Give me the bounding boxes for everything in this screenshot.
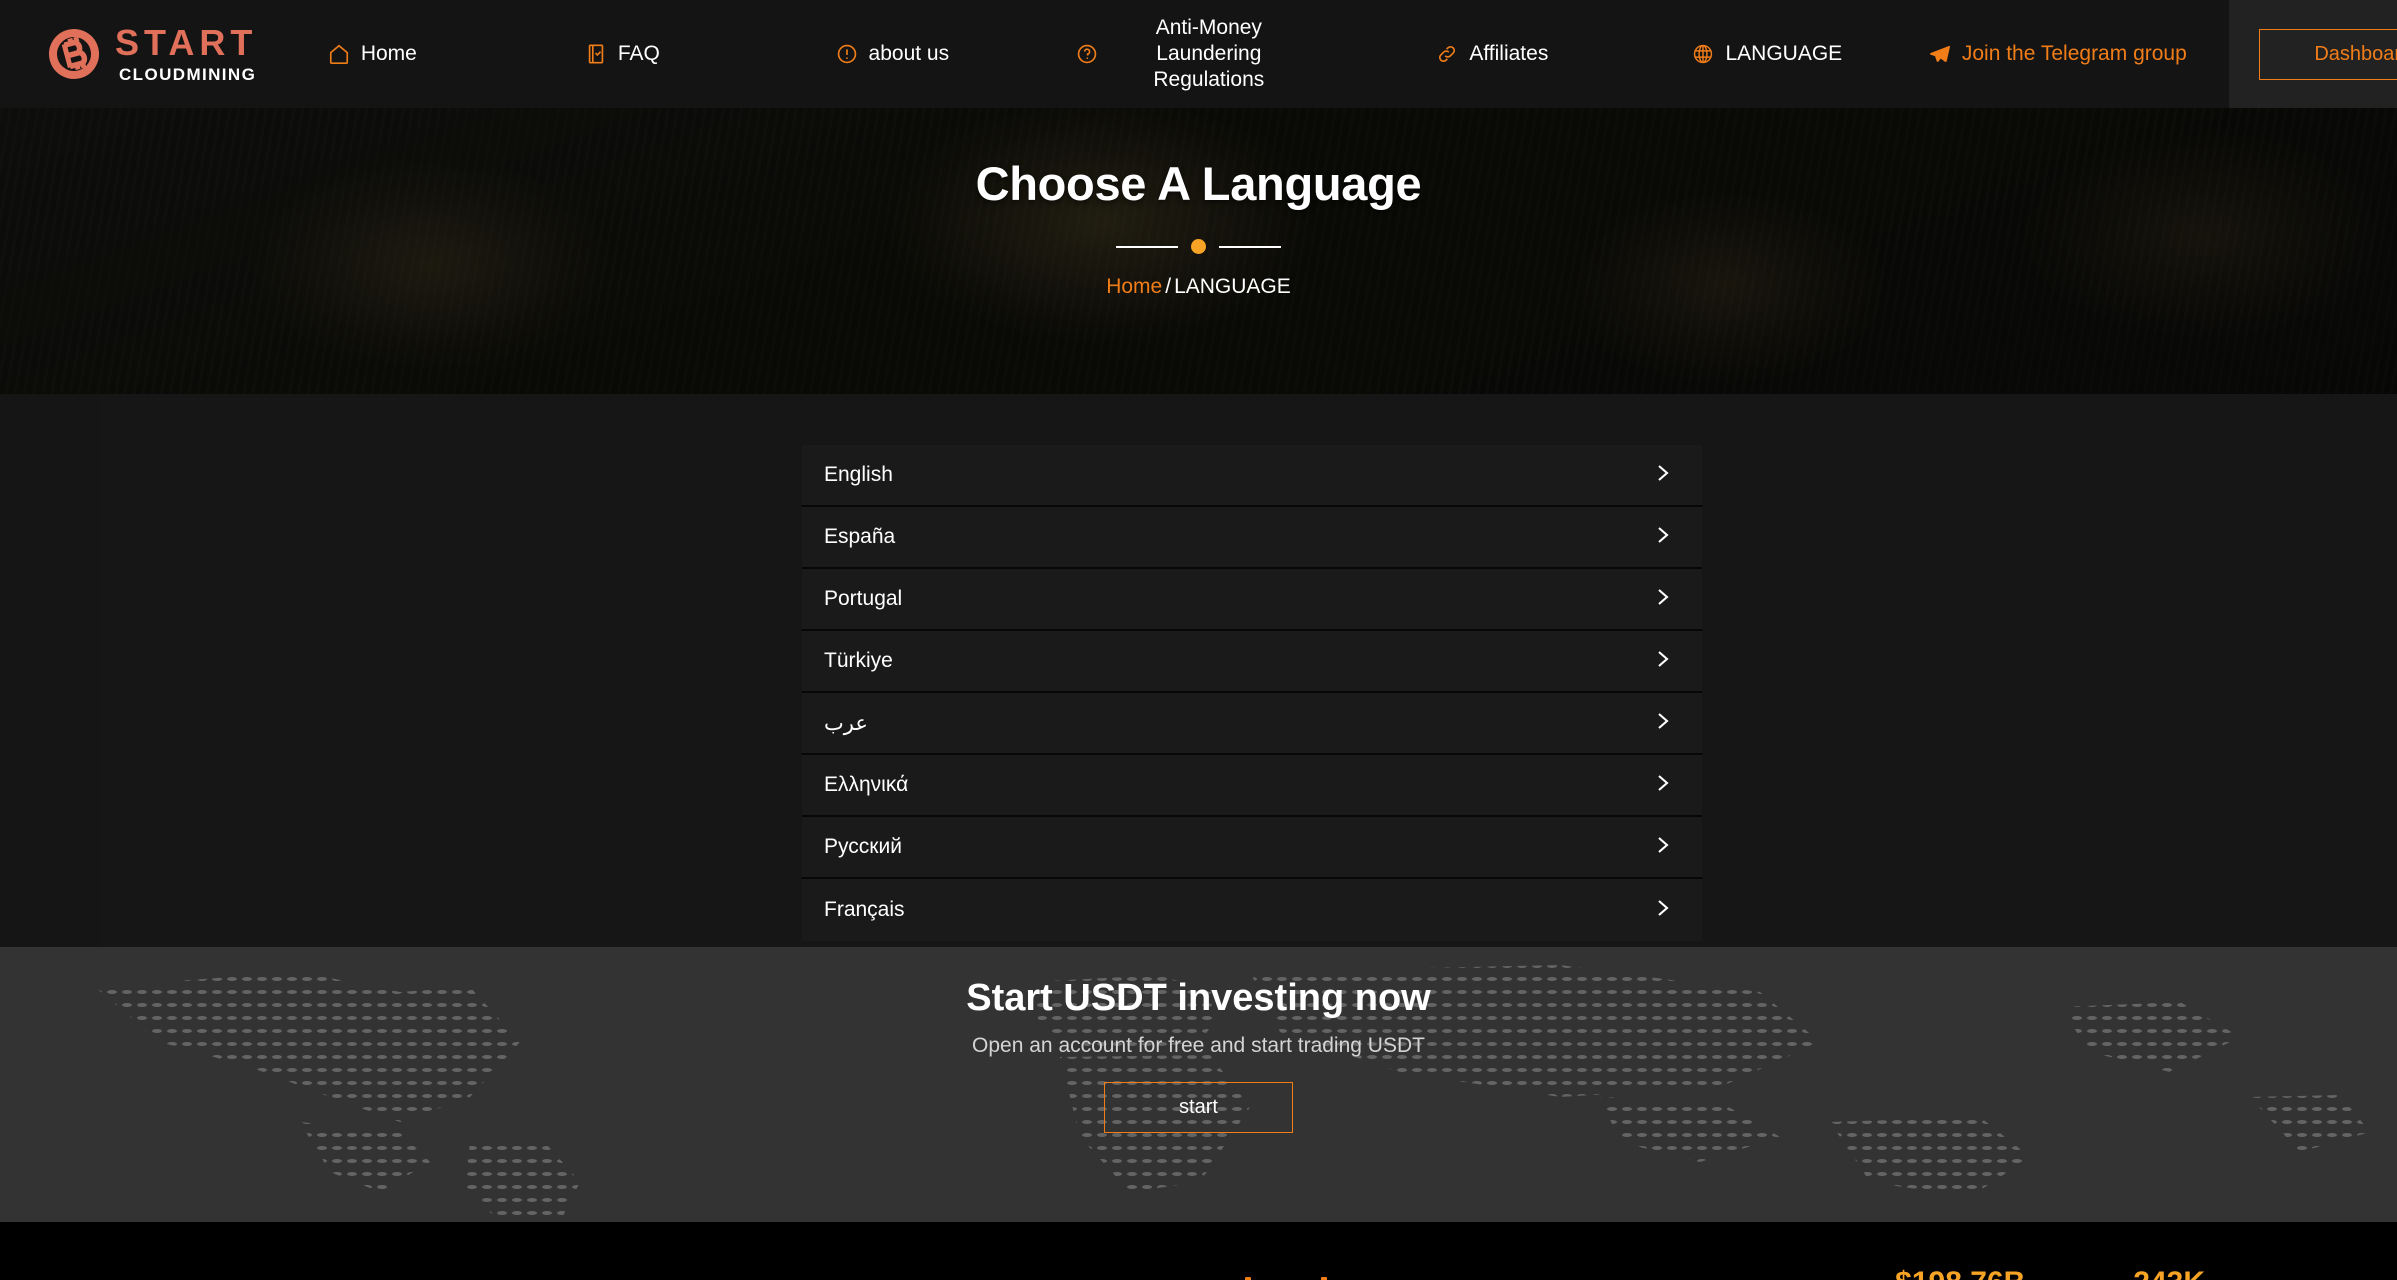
language-option-english[interactable]: English: [802, 445, 1702, 507]
chevron-right-icon: [1655, 461, 1671, 490]
cta-title: Start USDT investing now: [966, 977, 1431, 1019]
cta-section: Start USDT investing now Open an account…: [0, 947, 2397, 1222]
nav-label: Anti-Money Laundering Regulations: [1153, 15, 1265, 92]
chevron-right-icon: [1655, 771, 1671, 800]
globe-icon: [1692, 43, 1714, 65]
nav-item-about-us[interactable]: about us: [757, 42, 1027, 66]
cta-content: Start USDT investing now Open an account…: [0, 947, 2397, 1222]
nav-label: LANGUAGE: [1725, 42, 1843, 65]
hero-banner: Choose A Language Home / LANGUAGE: [0, 108, 2397, 394]
language-label: Ελληνικά: [824, 773, 909, 796]
bitcoin-icon: [45, 23, 103, 85]
nav-item-home[interactable]: Home: [257, 42, 487, 66]
site-footer: $198.76B 243K: [0, 1222, 2397, 1280]
nav-label: FAQ: [617, 42, 660, 65]
nav-label: about us: [868, 42, 950, 65]
language-option-espana[interactable]: España: [802, 507, 1702, 569]
main-nav: Home FAQ about us Anti-Money Laundering …: [257, 0, 2397, 108]
link-icon: [1436, 43, 1458, 65]
nav-item-telegram-group[interactable]: Join the Telegram group: [1907, 42, 2207, 66]
language-option-russian[interactable]: Русский: [802, 817, 1702, 879]
language-option-portugal[interactable]: Portugal: [802, 569, 1702, 631]
cta-start-button[interactable]: start: [1104, 1082, 1293, 1133]
document-check-icon: [585, 43, 607, 65]
page-root: START CLOUDMINING Home FAQ about us Anti…: [0, 0, 2397, 1280]
language-label: Türkiye: [824, 649, 893, 672]
language-label: عرب: [824, 711, 868, 735]
brand-text: START CLOUDMINING: [115, 22, 258, 84]
main-content: English España Portugal Türkiye عرب Ελλη…: [100, 394, 2397, 947]
language-list: English España Portugal Türkiye عرب Ελλη…: [802, 445, 1702, 941]
breadcrumb-current: LANGUAGE: [1174, 275, 1291, 298]
breadcrumb-separator: /: [1165, 275, 1172, 298]
home-icon: [328, 43, 350, 65]
divider-dot: [1191, 239, 1206, 254]
hero-divider: [1116, 239, 1281, 254]
telegram-send-icon: [1928, 43, 1951, 66]
breadcrumb-home-link[interactable]: Home: [1106, 275, 1162, 298]
hero-content: Choose A Language Home / LANGUAGE: [0, 108, 2397, 394]
language-option-arabic[interactable]: عرب: [802, 693, 1702, 755]
language-label: Français: [824, 898, 905, 921]
language-label: Portugal: [824, 587, 903, 610]
footer-stats: $198.76B 243K: [0, 1266, 2397, 1280]
language-label: Русский: [824, 835, 902, 858]
brand-logo-group[interactable]: START CLOUDMINING: [45, 23, 257, 85]
brand-title: START: [115, 22, 258, 63]
language-option-french[interactable]: Français: [802, 879, 1702, 941]
dashboard-button-wrap: Dashboard: [2229, 0, 2397, 108]
chevron-right-icon: [1655, 523, 1671, 552]
nav-item-faq[interactable]: FAQ: [487, 42, 757, 66]
chevron-right-icon: [1655, 709, 1671, 738]
chevron-right-icon: [1655, 647, 1671, 676]
page-title: Choose A Language: [975, 157, 1422, 210]
stat-value-volume: $198.76B: [1895, 1266, 2025, 1280]
site-header: START CLOUDMINING Home FAQ about us Anti…: [0, 0, 2397, 108]
nav-item-affiliates[interactable]: Affiliates: [1357, 42, 1627, 66]
language-option-greek[interactable]: Ελληνικά: [802, 755, 1702, 817]
chevron-right-icon: [1655, 833, 1671, 862]
divider-line-left: [1116, 245, 1178, 248]
chevron-right-icon: [1655, 896, 1671, 925]
exclamation-circle-icon: [836, 43, 858, 65]
dashboard-button[interactable]: Dashboard: [2259, 28, 2397, 80]
cta-subtitle: Open an account for free and start tradi…: [972, 1034, 1425, 1057]
question-circle-icon: [1076, 43, 1098, 65]
language-label: España: [824, 525, 896, 548]
nav-label: Affiliates: [1469, 42, 1549, 65]
nav-item-language[interactable]: LANGUAGE: [1627, 42, 1907, 66]
breadcrumb: Home / LANGUAGE: [1106, 275, 1291, 299]
brand-subtitle: CLOUDMINING: [119, 65, 257, 84]
language-label: English: [824, 463, 893, 486]
divider-line-right: [1219, 245, 1281, 248]
language-option-turkiye[interactable]: Türkiye: [802, 631, 1702, 693]
nav-item-aml-regulations[interactable]: Anti-Money Laundering Regulations: [1027, 15, 1357, 94]
nav-label: Home: [360, 42, 417, 65]
chevron-right-icon: [1655, 585, 1671, 614]
stat-value-users: 243K: [2133, 1266, 2205, 1280]
nav-label: Join the Telegram group: [1961, 42, 2187, 65]
